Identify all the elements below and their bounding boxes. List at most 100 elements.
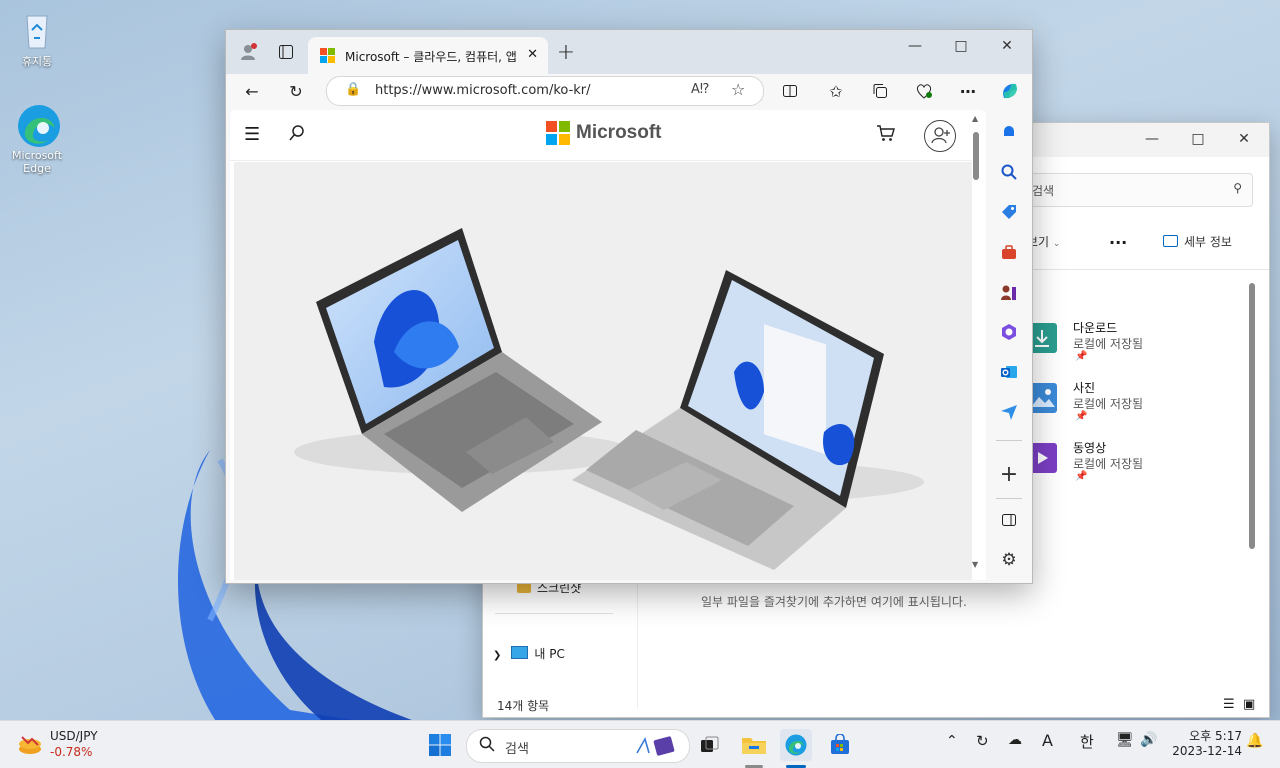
tiles-view-icon[interactable]: ▣	[1243, 697, 1255, 712]
close-tab-icon[interactable]: ✕	[527, 47, 538, 62]
cart-icon[interactable]	[876, 124, 896, 145]
search-placeholder: 검색	[1032, 184, 1055, 198]
explorer-search-input[interactable]: 검색 ⚲	[1027, 173, 1253, 207]
widget-title: USD/JPY	[50, 729, 98, 743]
store-icon[interactable]	[824, 729, 856, 761]
tab-microsoft[interactable]: Microsoft – 클라우드, 컴퓨터, 앱 ✕	[308, 37, 548, 74]
microsoft-logo-icon[interactable]	[546, 121, 570, 148]
quick-access-videos[interactable]: 동영상 로컬에 저장됨 📌	[1027, 439, 1247, 495]
currency-widget-icon	[16, 731, 44, 760]
item-name: 동영상	[1073, 441, 1107, 455]
web-scrollbar[interactable]: ▲ ▼	[970, 110, 982, 580]
pin-icon: 📌	[1075, 471, 1088, 482]
desktop-icon-label: Microsoft Edge	[11, 149, 63, 175]
details-pane-icon	[1163, 235, 1178, 247]
empty-favorites-message: 일부 파일을 즐겨찾기에 추가하면 여기에 표시됩니다.	[701, 595, 967, 609]
taskbar-search-box[interactable]: 검색	[466, 729, 690, 763]
clock-date[interactable]: 2023-12-14	[1166, 744, 1242, 758]
browser-essentials-icon[interactable]	[908, 77, 940, 105]
notification-bell-icon[interactable]: 🔔	[1246, 733, 1263, 749]
copilot-icon[interactable]	[994, 77, 1026, 105]
split-screen-icon[interactable]	[774, 77, 806, 105]
start-button[interactable]	[424, 729, 456, 761]
address-bar[interactable]: 🔒 https://www.microsoft.com/ko-kr/ A⁉ ☆	[326, 76, 764, 106]
taskbar: USD/JPY -0.78% 검색 ⌃ ↻ ☁ A 한 🖥 🔊 오후 5:17 …	[0, 720, 1280, 768]
profile-button[interactable]	[232, 38, 264, 66]
quick-access-pictures[interactable]: 사진 로컬에 저장됨 📌	[1027, 379, 1247, 435]
tab-strip: Microsoft – 클라우드, 컴퓨터, 앱 ✕ + — □ ✕	[226, 30, 1032, 74]
nav-item-this-pc[interactable]: ❯ 내 PC	[493, 645, 565, 662]
add-plus-icon[interactable]: +	[997, 462, 1021, 487]
games-icon[interactable]	[997, 280, 1021, 304]
close-button[interactable]: ✕	[1221, 123, 1267, 155]
widget-value: -0.78%	[50, 745, 93, 759]
laptops-illustration	[294, 228, 924, 570]
item-name: 다운로드	[1073, 321, 1118, 335]
search-icon	[479, 736, 495, 755]
scroll-down-icon[interactable]: ▼	[972, 560, 978, 569]
ime-mode-a[interactable]: A	[1042, 731, 1053, 750]
tools-icon[interactable]	[997, 240, 1021, 264]
sync-update-icon[interactable]: ↻	[976, 732, 989, 750]
browser-toolbar: ← ↻ 🔒 https://www.microsoft.com/ko-kr/ A…	[226, 74, 1032, 108]
desktop-icon-edge[interactable]: Microsoft Edge	[5, 102, 69, 175]
site-search-icon[interactable]	[288, 124, 306, 145]
item-subtitle: 로컬에 저장됨	[1073, 457, 1144, 471]
drop-send-icon[interactable]	[997, 400, 1021, 424]
divider	[996, 440, 1022, 441]
favorite-star-icon[interactable]: ☆	[731, 80, 745, 99]
outlook-icon[interactable]	[997, 360, 1021, 384]
minimize-button[interactable]: —	[1129, 123, 1175, 155]
maximize-button[interactable]: □	[1175, 123, 1221, 155]
more-options-button[interactable]: ...	[1109, 229, 1127, 248]
close-button[interactable]: ✕	[984, 30, 1030, 62]
tab-title: Microsoft – 클라우드, 컴퓨터, 앱	[345, 50, 517, 64]
explorer-scrollbar[interactable]	[1249, 283, 1255, 549]
minimize-button[interactable]: —	[892, 30, 938, 62]
edge-icon	[15, 102, 60, 147]
ime-hangul[interactable]: 한	[1080, 731, 1094, 752]
scroll-up-icon[interactable]: ▲	[972, 114, 978, 123]
tab-actions-icon[interactable]	[270, 38, 302, 66]
nav-item-label: 내 PC	[534, 647, 565, 661]
task-view-icon[interactable]	[694, 729, 726, 761]
refresh-icon[interactable]: ↻	[280, 77, 312, 105]
details-button[interactable]: 세부 정보	[1163, 233, 1232, 250]
maximize-button[interactable]: □	[938, 30, 984, 62]
details-view-icon[interactable]: ☰	[1223, 697, 1235, 712]
hide-sidebar-icon[interactable]	[997, 508, 1021, 532]
item-name: 사진	[1073, 381, 1096, 395]
read-aloud-icon[interactable]: A⁉	[691, 82, 709, 97]
microsoft365-icon[interactable]	[997, 320, 1021, 344]
recycle-bin-icon	[15, 8, 59, 52]
file-explorer-taskbar-icon[interactable]	[738, 729, 770, 761]
notification-bell-icon[interactable]	[997, 120, 1021, 144]
volume-icon[interactable]: 🔊	[1140, 732, 1157, 748]
edge-taskbar-icon[interactable]	[780, 729, 812, 761]
quick-access-downloads[interactable]: 다운로드 로컬에 저장됨 📌	[1027, 319, 1247, 375]
item-subtitle: 로컬에 저장됨	[1073, 397, 1144, 411]
details-label: 세부 정보	[1184, 235, 1232, 249]
favorites-icon[interactable]: ✩	[820, 77, 852, 105]
shopping-tag-icon[interactable]	[997, 200, 1021, 224]
microsoft-favicon-icon	[320, 48, 335, 66]
sidebar-settings-gear-icon[interactable]: ⚙	[997, 548, 1021, 572]
new-tab-button[interactable]: +	[550, 38, 582, 66]
network-icon[interactable]: 🖥	[1116, 732, 1134, 748]
search-icon[interactable]	[997, 160, 1021, 184]
settings-more-icon[interactable]: ⋯	[952, 77, 984, 105]
scroll-thumb[interactable]	[973, 132, 979, 180]
cloud-offline-icon[interactable]: ☁	[1008, 732, 1022, 748]
desktop-icon-recycle-bin[interactable]: 휴지통	[5, 8, 69, 68]
hamburger-menu-icon[interactable]: ☰	[244, 124, 260, 145]
collections-icon[interactable]	[864, 77, 896, 105]
show-hidden-icons-chevron-icon[interactable]: ⌃	[946, 733, 958, 749]
pc-icon	[511, 646, 529, 659]
back-arrow-icon[interactable]: ←	[236, 77, 268, 105]
edge-browser-window: Microsoft – 클라우드, 컴퓨터, 앱 ✕ + — □ ✕ ← ↻ 🔒…	[225, 29, 1033, 584]
clock-time[interactable]: 오후 5:17	[1172, 727, 1242, 744]
desktop-icon-label: 휴지통	[21, 55, 53, 68]
url-text: https://www.microsoft.com/ko-kr/	[375, 83, 591, 98]
account-avatar-icon[interactable]	[924, 120, 956, 152]
search-highlight-icon	[633, 735, 677, 760]
